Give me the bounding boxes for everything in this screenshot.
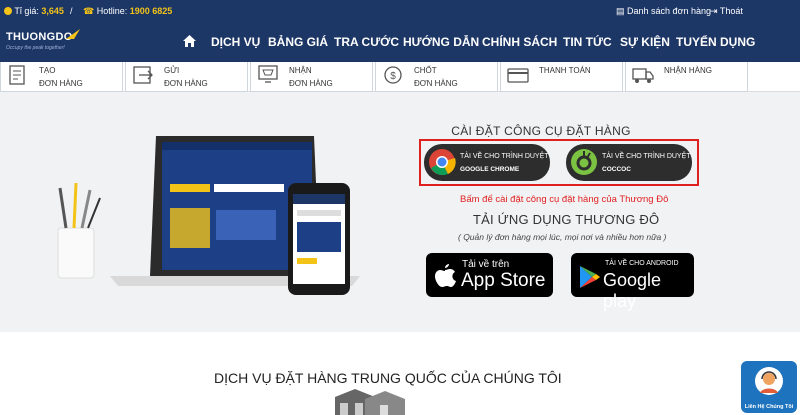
home-icon[interactable] (183, 35, 196, 47)
chrome-line2: GOOGLE CHROME (460, 166, 520, 173)
nav-tuyen-dung[interactable]: TUYỂN DỤNG (676, 35, 755, 49)
step-thanh-toan[interactable]: THANH TOÁN (500, 62, 623, 92)
order-steps: TẠO ĐƠN HÀNG GỬI ĐƠN HÀNG NHẬN ĐƠN HÀNG $ C… (0, 62, 800, 92)
cart-icon (258, 65, 278, 83)
step-label-1: GỬI (164, 66, 180, 75)
logout-link[interactable]: ⇥ Thoát (710, 6, 743, 17)
appstore-line2: App Store (461, 270, 546, 291)
person-icon (4, 7, 12, 15)
logo-wing-icon (66, 29, 80, 39)
install-title: CÀI ĐẶT CÔNG CỤ ĐẶT HÀNG (451, 124, 631, 138)
nav-bang-gia[interactable]: BẢNG GIÁ (268, 35, 328, 49)
google-play-button[interactable]: TẢI VỀ CHO ANDROID Google play (571, 253, 694, 311)
google-play-icon (580, 266, 600, 288)
services-section-title: DỊCH VỤ ĐẶT HÀNG TRUNG QUỐC CỦA CHÚNG TÔ… (214, 370, 562, 386)
logo[interactable]: THUONGDO Occupy the peak together! (6, 29, 80, 55)
step-label-2: ĐƠN HÀNG (289, 79, 333, 88)
contact-label: Liên Hệ Chúng Tôi (744, 404, 794, 410)
credit-card-icon (507, 68, 529, 83)
truck-icon (632, 68, 654, 83)
separator: / (70, 6, 73, 16)
step-chot-don-hang[interactable]: $ CHỐT ĐƠN HÀNG (375, 62, 498, 92)
headset-icon: ☎ (83, 6, 95, 16)
appstore-line1: Tải về trên (462, 259, 510, 270)
step-label-1: NHẬN HÀNG (664, 66, 713, 75)
chrome-line1: TẢI VỀ CHO TRÌNH DUYỆT (460, 153, 549, 160)
exchange-rate: Tỉ giá: 3,645 (4, 6, 64, 16)
hotline-label: Hotline: (96, 6, 128, 16)
step-label-1: CHỐT (414, 66, 437, 75)
download-chrome-button[interactable]: TẢI VỀ CHO TRÌNH DUYỆT GOOGLE CHROME (424, 144, 550, 181)
logout-icon: ⇥ (710, 6, 718, 16)
install-note: Bấm để cài đặt công cụ đặt hàng của Thươ… (460, 194, 669, 205)
app-subtitle: ( Quản lý đơn hàng mọi lúc, mọi nơi và n… (458, 232, 667, 242)
app-title: TẢI ỨNG DỤNG THƯƠNG ĐÔ (473, 212, 660, 227)
step-label-2: ĐƠN HÀNG (39, 79, 83, 88)
rate-label: Tỉ giá: (14, 6, 39, 16)
orders-link[interactable]: ▤ Danh sách đơn hàng (616, 6, 711, 17)
step-nhan-don-hang[interactable]: NHẬN ĐƠN HÀNG (250, 62, 373, 92)
logout-link-label: Thoát (719, 6, 743, 16)
nav-tin-tuc[interactable]: TIN TỨC (563, 35, 612, 49)
nav-dich-vu[interactable]: DỊCH VỤ (211, 35, 260, 49)
warehouse-illustration (335, 389, 405, 415)
step-label-1: TẠO (39, 66, 56, 75)
rate-value: 3,645 (41, 6, 64, 16)
coccoc-line2: COCCOC (602, 166, 631, 173)
form-icon (9, 65, 25, 85)
top-bar: Tỉ giá: 3,645 / ☎ Hotline: 1900 6825 ▤ D… (0, 0, 800, 22)
googleplay-line1: TẢI VỀ CHO ANDROID (605, 260, 679, 267)
step-tao-don-hang[interactable]: TẠO ĐƠN HÀNG (0, 62, 123, 92)
googleplay-line2: Google play (603, 270, 662, 311)
chrome-icon (429, 149, 456, 176)
contact-us-button[interactable]: Liên Hệ Chúng Tôi (741, 361, 797, 413)
step-label-1: NHẬN (289, 66, 312, 75)
step-label-2: ĐƠN HÀNG (164, 79, 208, 88)
hotline: ☎ Hotline: 1900 6825 (83, 6, 172, 17)
step-nhan-hang[interactable]: NHẬN HÀNG (625, 62, 748, 92)
support-agent-icon (755, 367, 783, 395)
coccoc-line1: TẢI VỀ CHO TRÌNH DUYỆT (602, 153, 691, 160)
step-label-2: ĐƠN HÀNG (414, 79, 458, 88)
orders-link-label: Danh sách đơn hàng (627, 6, 711, 16)
app-store-button[interactable]: Tải về trên App Store (426, 253, 553, 297)
nav-tra-cuoc[interactable]: TRA CƯỚC (334, 35, 399, 49)
list-icon: ▤ (616, 6, 625, 16)
main-nav: THUONGDO Occupy the peak together! DỊCH … (0, 22, 800, 62)
step-gui-don-hang[interactable]: GỬI ĐƠN HÀNG (125, 62, 248, 92)
step-label-1: THANH TOÁN (539, 66, 591, 75)
coccoc-icon (571, 149, 597, 175)
device-illustration (57, 136, 360, 295)
nav-huong-dan[interactable]: HƯỚNG DẪN (403, 35, 479, 49)
logo-slogan: Occupy the peak together! (6, 45, 65, 51)
download-coccoc-button[interactable]: TẢI VỀ CHO TRÌNH DUYỆT COCCOC (566, 144, 692, 181)
send-icon (133, 66, 153, 84)
money-icon: $ (384, 66, 402, 84)
nav-su-kien[interactable]: SỰ KIỆN (620, 35, 670, 49)
nav-chinh-sach[interactable]: CHÍNH SÁCH (482, 35, 557, 49)
apple-icon (435, 264, 456, 287)
svg-text:$: $ (390, 71, 396, 82)
hotline-value[interactable]: 1900 6825 (130, 6, 173, 16)
